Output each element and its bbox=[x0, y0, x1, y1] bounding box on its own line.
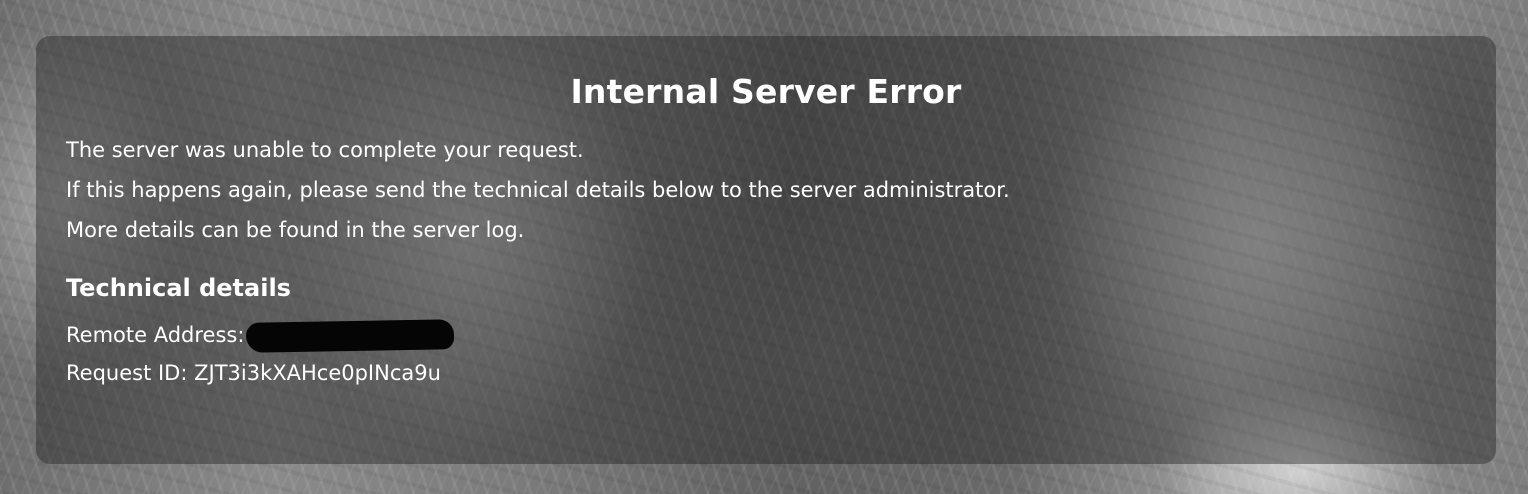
page-title: Internal Server Error bbox=[570, 72, 962, 111]
error-panel: Internal Server Error The server was una… bbox=[36, 36, 1496, 464]
request-id-label: Request ID: bbox=[66, 361, 188, 385]
message-line-1: The server was unable to complete your r… bbox=[66, 138, 584, 162]
remote-address-label: Remote Address: bbox=[66, 323, 245, 347]
remote-address-row: Remote Address: bbox=[66, 316, 1466, 354]
redacted-remote-address bbox=[246, 319, 455, 353]
error-message: The server was unable to complete your r… bbox=[66, 130, 1466, 250]
request-id-row: Request ID: ZJT3i3kXAHce0pINca9u bbox=[66, 354, 1466, 392]
technical-details-heading: Technical details bbox=[66, 274, 291, 302]
request-id-value: ZJT3i3kXAHce0pINca9u bbox=[194, 361, 441, 385]
message-line-2: If this happens again, please send the t… bbox=[66, 178, 1010, 202]
message-line-3: More details can be found in the server … bbox=[66, 218, 525, 242]
